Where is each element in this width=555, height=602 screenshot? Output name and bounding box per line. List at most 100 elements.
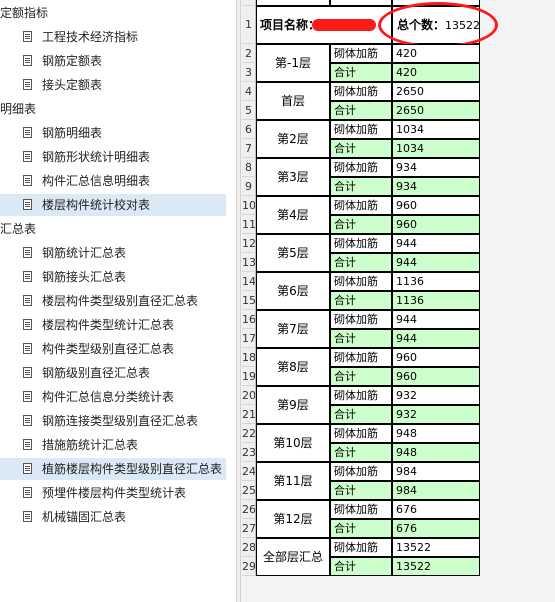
floor-name-cell[interactable]: 全部层汇总 [256, 538, 330, 576]
tree-item[interactable]: 钢筋明细表 [0, 122, 226, 144]
floor-name-cell[interactable]: 第5层 [256, 234, 330, 272]
rebar-count-cell[interactable]: 960 [392, 196, 480, 215]
subtotal-label-cell[interactable]: 合计 [330, 253, 392, 272]
floor-name-cell[interactable]: 第4层 [256, 196, 330, 234]
tree-item-label: 钢筋定额表 [42, 54, 103, 68]
rebar-type-cell[interactable]: 砌体加筋 [330, 310, 392, 329]
subtotal-value-cell[interactable]: 2650 [392, 101, 480, 120]
rebar-type-cell[interactable]: 砌体加筋 [330, 82, 392, 101]
floor-name-cell[interactable]: 第6层 [256, 272, 330, 310]
floor-name-cell[interactable]: 第2层 [256, 120, 330, 158]
rebar-type-cell[interactable]: 砌体加筋 [330, 196, 392, 215]
rebar-type-cell[interactable]: 砌体加筋 [330, 500, 392, 519]
floor-name-cell[interactable]: 第9层 [256, 386, 330, 424]
floor-name-cell[interactable]: 第12层 [256, 500, 330, 538]
subtotal-label-cell[interactable]: 合计 [330, 101, 392, 120]
subtotal-value-cell[interactable]: 948 [392, 443, 480, 462]
tree-item[interactable]: 钢筋级别直径汇总表 [0, 362, 226, 384]
floor-name-cell[interactable]: 第8层 [256, 348, 330, 386]
tree-item[interactable]: 钢筋统计汇总表 [0, 242, 226, 264]
subtotal-value-cell[interactable]: 944 [392, 253, 480, 272]
subtotal-label-cell[interactable]: 合计 [330, 291, 392, 310]
rebar-count-cell[interactable]: 1034 [392, 120, 480, 139]
subtotal-label-cell[interactable]: 合计 [330, 557, 392, 576]
subtotal-value-cell[interactable]: 934 [392, 177, 480, 196]
subtotal-value-cell[interactable]: 984 [392, 481, 480, 500]
rebar-type-cell[interactable]: 砌体加筋 [330, 386, 392, 405]
subtotal-value-cell[interactable]: 932 [392, 405, 480, 424]
rebar-type-cell[interactable]: 砌体加筋 [330, 234, 392, 253]
tree-item-label: 钢筋统计汇总表 [42, 246, 127, 260]
subtotal-value-cell[interactable]: 1034 [392, 139, 480, 158]
subtotal-value-cell[interactable]: 960 [392, 367, 480, 386]
rebar-count-cell[interactable]: 944 [392, 310, 480, 329]
tree-item-label: 机械锚固汇总表 [42, 510, 127, 524]
subtotal-value-cell[interactable]: 420 [392, 63, 480, 82]
tree-item-label: 钢筋明细表 [42, 126, 103, 140]
floor-name-cell[interactable]: 第3层 [256, 158, 330, 196]
tree-item[interactable]: 措施筋统计汇总表 [0, 434, 226, 456]
floor-name-cell[interactable]: 首层 [256, 82, 330, 120]
rebar-type-cell[interactable]: 砌体加筋 [330, 120, 392, 139]
subtotal-label-cell[interactable]: 合计 [330, 329, 392, 348]
rebar-count-cell[interactable]: 948 [392, 424, 480, 443]
tree-item[interactable]: 构件汇总信息分类统计表 [0, 386, 226, 408]
row-number: 13 [242, 253, 256, 272]
tree-item[interactable]: 接头定额表 [0, 74, 226, 96]
tree-item[interactable]: 植筋楼层构件类型级别直径汇总表 [0, 458, 226, 480]
subtotal-label-cell[interactable]: 合计 [330, 405, 392, 424]
tree-item[interactable]: 钢筋接头汇总表 [0, 266, 226, 288]
tree-item[interactable]: 钢筋连接类型级别直径汇总表 [0, 410, 226, 432]
rebar-type-cell[interactable]: 砌体加筋 [330, 348, 392, 367]
rebar-type-cell[interactable]: 砌体加筋 [330, 272, 392, 291]
floor-name-cell[interactable]: 第7层 [256, 310, 330, 348]
rebar-count-cell[interactable]: 960 [392, 348, 480, 367]
rebar-count-cell[interactable]: 932 [392, 386, 480, 405]
subtotal-value-cell[interactable]: 13522 [392, 557, 480, 576]
subtotal-value-cell[interactable]: 1136 [392, 291, 480, 310]
floor-name-cell[interactable]: 第10层 [256, 424, 330, 462]
subtotal-label-cell[interactable]: 合计 [330, 443, 392, 462]
tree-item[interactable]: 楼层构件类型级别直径汇总表 [0, 290, 226, 312]
rebar-count-cell[interactable]: 984 [392, 462, 480, 481]
subtotal-label-cell[interactable]: 合计 [330, 519, 392, 538]
rebar-count-cell[interactable]: 934 [392, 158, 480, 177]
tree-item[interactable]: 钢筋形状统计明细表 [0, 146, 226, 168]
rebar-count-cell[interactable]: 676 [392, 500, 480, 519]
tree-item[interactable]: 机械锚固汇总表 [0, 506, 226, 528]
subtotal-label-cell[interactable]: 合计 [330, 177, 392, 196]
tree-item[interactable]: 钢筋定额表 [0, 50, 226, 72]
rebar-type-cell[interactable]: 砌体加筋 [330, 424, 392, 443]
spreadsheet-view[interactable]: 1 项目名称： 总个数： 13522 2 3 第-1层 砌体加筋 420 合计 420 4 5 首层 砌体加… [241, 0, 555, 602]
rebar-type-cell[interactable]: 砌体加筋 [330, 462, 392, 481]
tree-item[interactable]: 构件汇总信息明细表 [0, 170, 226, 192]
floor-name-cell[interactable]: 第-1层 [256, 44, 330, 82]
subtotal-value-cell[interactable]: 944 [392, 329, 480, 348]
floor-name-cell[interactable]: 第11层 [256, 462, 330, 500]
rebar-count-cell[interactable]: 420 [392, 44, 480, 63]
rebar-count-cell[interactable]: 1136 [392, 272, 480, 291]
tree-item[interactable]: 工程技术经济指标 [0, 26, 226, 48]
subtotal-label-cell[interactable]: 合计 [330, 139, 392, 158]
tree-item[interactable]: 预埋件楼层构件类型统计表 [0, 482, 226, 504]
tree-item[interactable]: 楼层构件统计校对表 [0, 194, 226, 216]
rebar-count-cell[interactable]: 13522 [392, 538, 480, 557]
row-number: 1 [242, 6, 256, 44]
tree-group-label[interactable]: 定额指标 [0, 2, 48, 24]
subtotal-label-cell[interactable]: 合计 [330, 481, 392, 500]
tree-group-label[interactable]: 明细表 [0, 98, 36, 120]
report-tree[interactable]: 定额指标 工程技术经济指标钢筋定额表接头定额表 明细表 钢筋明细表钢筋形状统计明细表构… [0, 0, 240, 602]
subtotal-value-cell[interactable]: 960 [392, 215, 480, 234]
tree-item[interactable]: 楼层构件类型统计汇总表 [0, 314, 226, 336]
rebar-type-cell[interactable]: 砌体加筋 [330, 158, 392, 177]
rebar-type-cell[interactable]: 砌体加筋 [330, 538, 392, 557]
tree-item[interactable]: 构件类型级别直径汇总表 [0, 338, 226, 360]
rebar-type-cell[interactable]: 砌体加筋 [330, 44, 392, 63]
subtotal-value-cell[interactable]: 676 [392, 519, 480, 538]
tree-group-label[interactable]: 汇总表 [0, 218, 36, 240]
rebar-count-cell[interactable]: 2650 [392, 82, 480, 101]
subtotal-label-cell[interactable]: 合计 [330, 215, 392, 234]
rebar-count-cell[interactable]: 944 [392, 234, 480, 253]
subtotal-label-cell[interactable]: 合计 [330, 63, 392, 82]
subtotal-label-cell[interactable]: 合计 [330, 367, 392, 386]
